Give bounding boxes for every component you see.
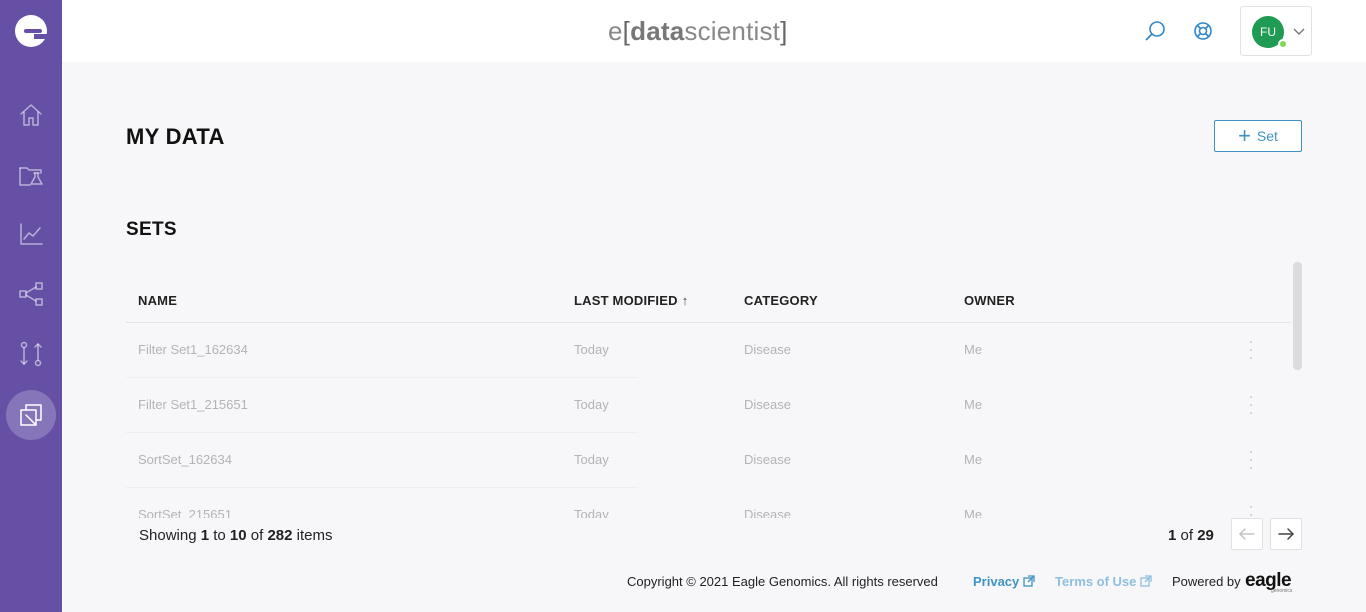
sort-ascending-icon: ↑ [681, 293, 689, 308]
sidebar-item-analytics[interactable] [6, 209, 56, 259]
cell-last-modified: Today [574, 342, 609, 357]
top-header: e[datascientist] FU [62, 0, 1366, 62]
cell-name: Filter Set1_162634 [138, 342, 248, 357]
powered-by-text: Powered by [1172, 574, 1241, 589]
table-scrollbar[interactable] [1292, 262, 1302, 518]
cell-category: Disease [744, 452, 791, 467]
cell-last-modified: Today [574, 397, 609, 412]
external-link-icon [1023, 575, 1035, 587]
share-network-icon [19, 282, 43, 306]
brand-logo: e[datascientist] [608, 16, 788, 46]
table-row[interactable]: SortSet_162634 Today Disease Me [126, 433, 1291, 488]
add-set-button[interactable]: + Set [1214, 120, 1302, 152]
column-header-category[interactable]: CATEGORY [744, 293, 818, 308]
table-row[interactable]: Filter Set1_215651 Today Disease Me [126, 378, 1291, 433]
folder-flask-icon [19, 167, 43, 186]
scrollbar-thumb[interactable] [1293, 262, 1302, 370]
line-chart-icon [20, 223, 43, 245]
cell-name: Filter Set1_215651 [138, 397, 248, 412]
row-menu-icon[interactable] [1246, 506, 1256, 518]
arrow-right-icon [1278, 528, 1294, 540]
row-menu-icon[interactable] [1246, 451, 1256, 469]
search-icon [1145, 21, 1165, 41]
cell-owner: Me [964, 342, 983, 357]
home-icon [20, 104, 42, 126]
search-button[interactable] [1142, 18, 1168, 44]
pagination-summary: Showing 1 to 10 of 282 items [139, 527, 333, 544]
add-set-label: Set [1256, 128, 1278, 144]
sets-table: NAME LAST MODIFIED ↑ CATEGORY OWNER Filte… [126, 278, 1291, 518]
cell-owner: Me [964, 507, 983, 518]
privacy-link[interactable]: Privacy [973, 574, 1035, 589]
help-button[interactable] [1190, 18, 1216, 44]
table-row[interactable]: Filter Set1_162634 Today Disease Me [126, 323, 1291, 378]
sidebar-item-my-data[interactable] [6, 390, 56, 440]
external-link-icon [1140, 575, 1153, 587]
cell-category: Disease [744, 507, 791, 518]
cell-last-modified: Today [574, 507, 609, 518]
sidebar-item-compare[interactable] [6, 329, 56, 379]
eagle-genomics-logo: eagle genomics [1245, 570, 1293, 594]
git-compare-icon [20, 341, 42, 367]
next-page-button[interactable] [1270, 518, 1302, 550]
row-menu-icon[interactable] [1246, 396, 1256, 414]
terms-of-use-link[interactable]: Terms of Use [1055, 574, 1153, 589]
cell-category: Disease [744, 397, 791, 412]
sidebar-item-home[interactable] [6, 90, 56, 140]
sidebar-item-projects[interactable] [6, 150, 56, 200]
table-header: NAME LAST MODIFIED ↑ CATEGORY OWNER [126, 278, 1291, 323]
column-header-last-modified[interactable]: LAST MODIFIED ↑ [574, 293, 688, 308]
cell-last-modified: Today [574, 452, 609, 467]
cell-name: SortSet_215651 [138, 507, 232, 518]
arrow-left-icon [1239, 528, 1255, 540]
previous-page-button[interactable] [1231, 518, 1263, 550]
section-title: SETS [126, 219, 177, 240]
plus-icon: + [1238, 123, 1251, 148]
cell-name: SortSet_162634 [138, 452, 232, 467]
chevron-down-icon [1292, 24, 1306, 38]
table-row[interactable]: SortSet_215651 Today Disease Me [126, 488, 1291, 518]
lifebuoy-icon [1194, 22, 1212, 40]
data-set-icon [20, 404, 42, 426]
cell-owner: Me [964, 397, 983, 412]
cell-owner: Me [964, 452, 983, 467]
app-logo[interactable] [15, 15, 48, 47]
online-status-icon [1278, 39, 1288, 49]
page-title: MY DATA [126, 124, 225, 149]
sidebar-item-network[interactable] [6, 269, 56, 319]
column-header-owner[interactable]: OWNER [964, 293, 1015, 308]
page-indicator: 1 of 29 [1168, 527, 1214, 544]
user-menu[interactable]: FU [1240, 6, 1312, 56]
sidebar [0, 0, 62, 612]
column-header-name[interactable]: NAME [138, 293, 177, 308]
row-menu-icon[interactable] [1246, 341, 1256, 359]
copyright-text: Copyright © 2021 Eagle Genomics. All rig… [627, 574, 938, 589]
cell-category: Disease [744, 342, 791, 357]
